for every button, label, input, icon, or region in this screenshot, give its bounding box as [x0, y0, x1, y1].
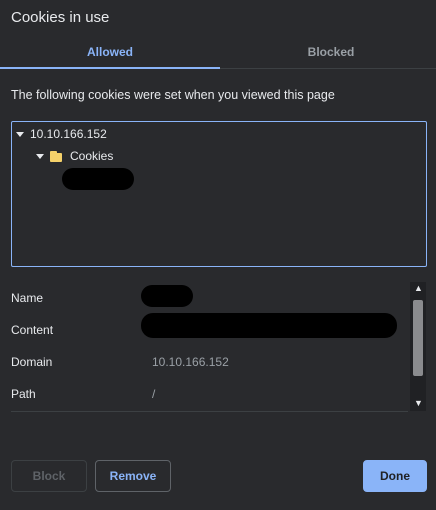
done-button[interactable]: Done	[363, 460, 427, 492]
folder-icon	[50, 150, 62, 162]
remove-button[interactable]: Remove	[95, 460, 171, 492]
redacted-name-value	[141, 285, 193, 307]
scrollbar-thumb[interactable]	[413, 300, 423, 376]
tab-blocked[interactable]: Blocked	[220, 40, 436, 69]
block-button[interactable]: Block	[11, 460, 87, 492]
tab-bar: Allowed Blocked	[0, 40, 436, 69]
redacted-cookie-item[interactable]	[62, 168, 134, 190]
redacted-content-value	[141, 313, 397, 338]
scroll-up-icon[interactable]: ▲	[414, 283, 423, 293]
domain-value: 10.10.166.152	[152, 355, 229, 369]
dialog-title: Cookies in use	[11, 9, 110, 26]
path-label: Path	[11, 387, 36, 401]
expand-arrow-icon[interactable]	[36, 153, 44, 159]
tree-item-cookies[interactable]: Cookies	[36, 147, 113, 165]
divider	[11, 411, 408, 412]
detail-row-name: Name	[11, 288, 408, 308]
name-label: Name	[11, 291, 44, 305]
cookie-details: Name Content Domain 10.10.166.152 Path /	[11, 282, 408, 411]
tree-item-site[interactable]: 10.10.166.152	[16, 125, 107, 143]
tab-allowed[interactable]: Allowed	[0, 40, 220, 69]
detail-row-path: Path /	[11, 384, 408, 404]
details-scrollbar[interactable]: ▲ ▼	[410, 282, 426, 411]
cookie-tree[interactable]: 10.10.166.152 Cookies	[11, 121, 427, 267]
path-value: /	[152, 387, 156, 401]
content-label: Content	[11, 323, 54, 337]
folder-label: Cookies	[70, 149, 114, 163]
expand-arrow-icon[interactable]	[16, 131, 24, 137]
site-label: 10.10.166.152	[30, 127, 107, 141]
scroll-down-icon[interactable]: ▼	[414, 398, 423, 408]
detail-row-domain: Domain 10.10.166.152	[11, 352, 408, 372]
intro-text: The following cookies were set when you …	[11, 88, 335, 102]
domain-label: Domain	[11, 355, 53, 369]
